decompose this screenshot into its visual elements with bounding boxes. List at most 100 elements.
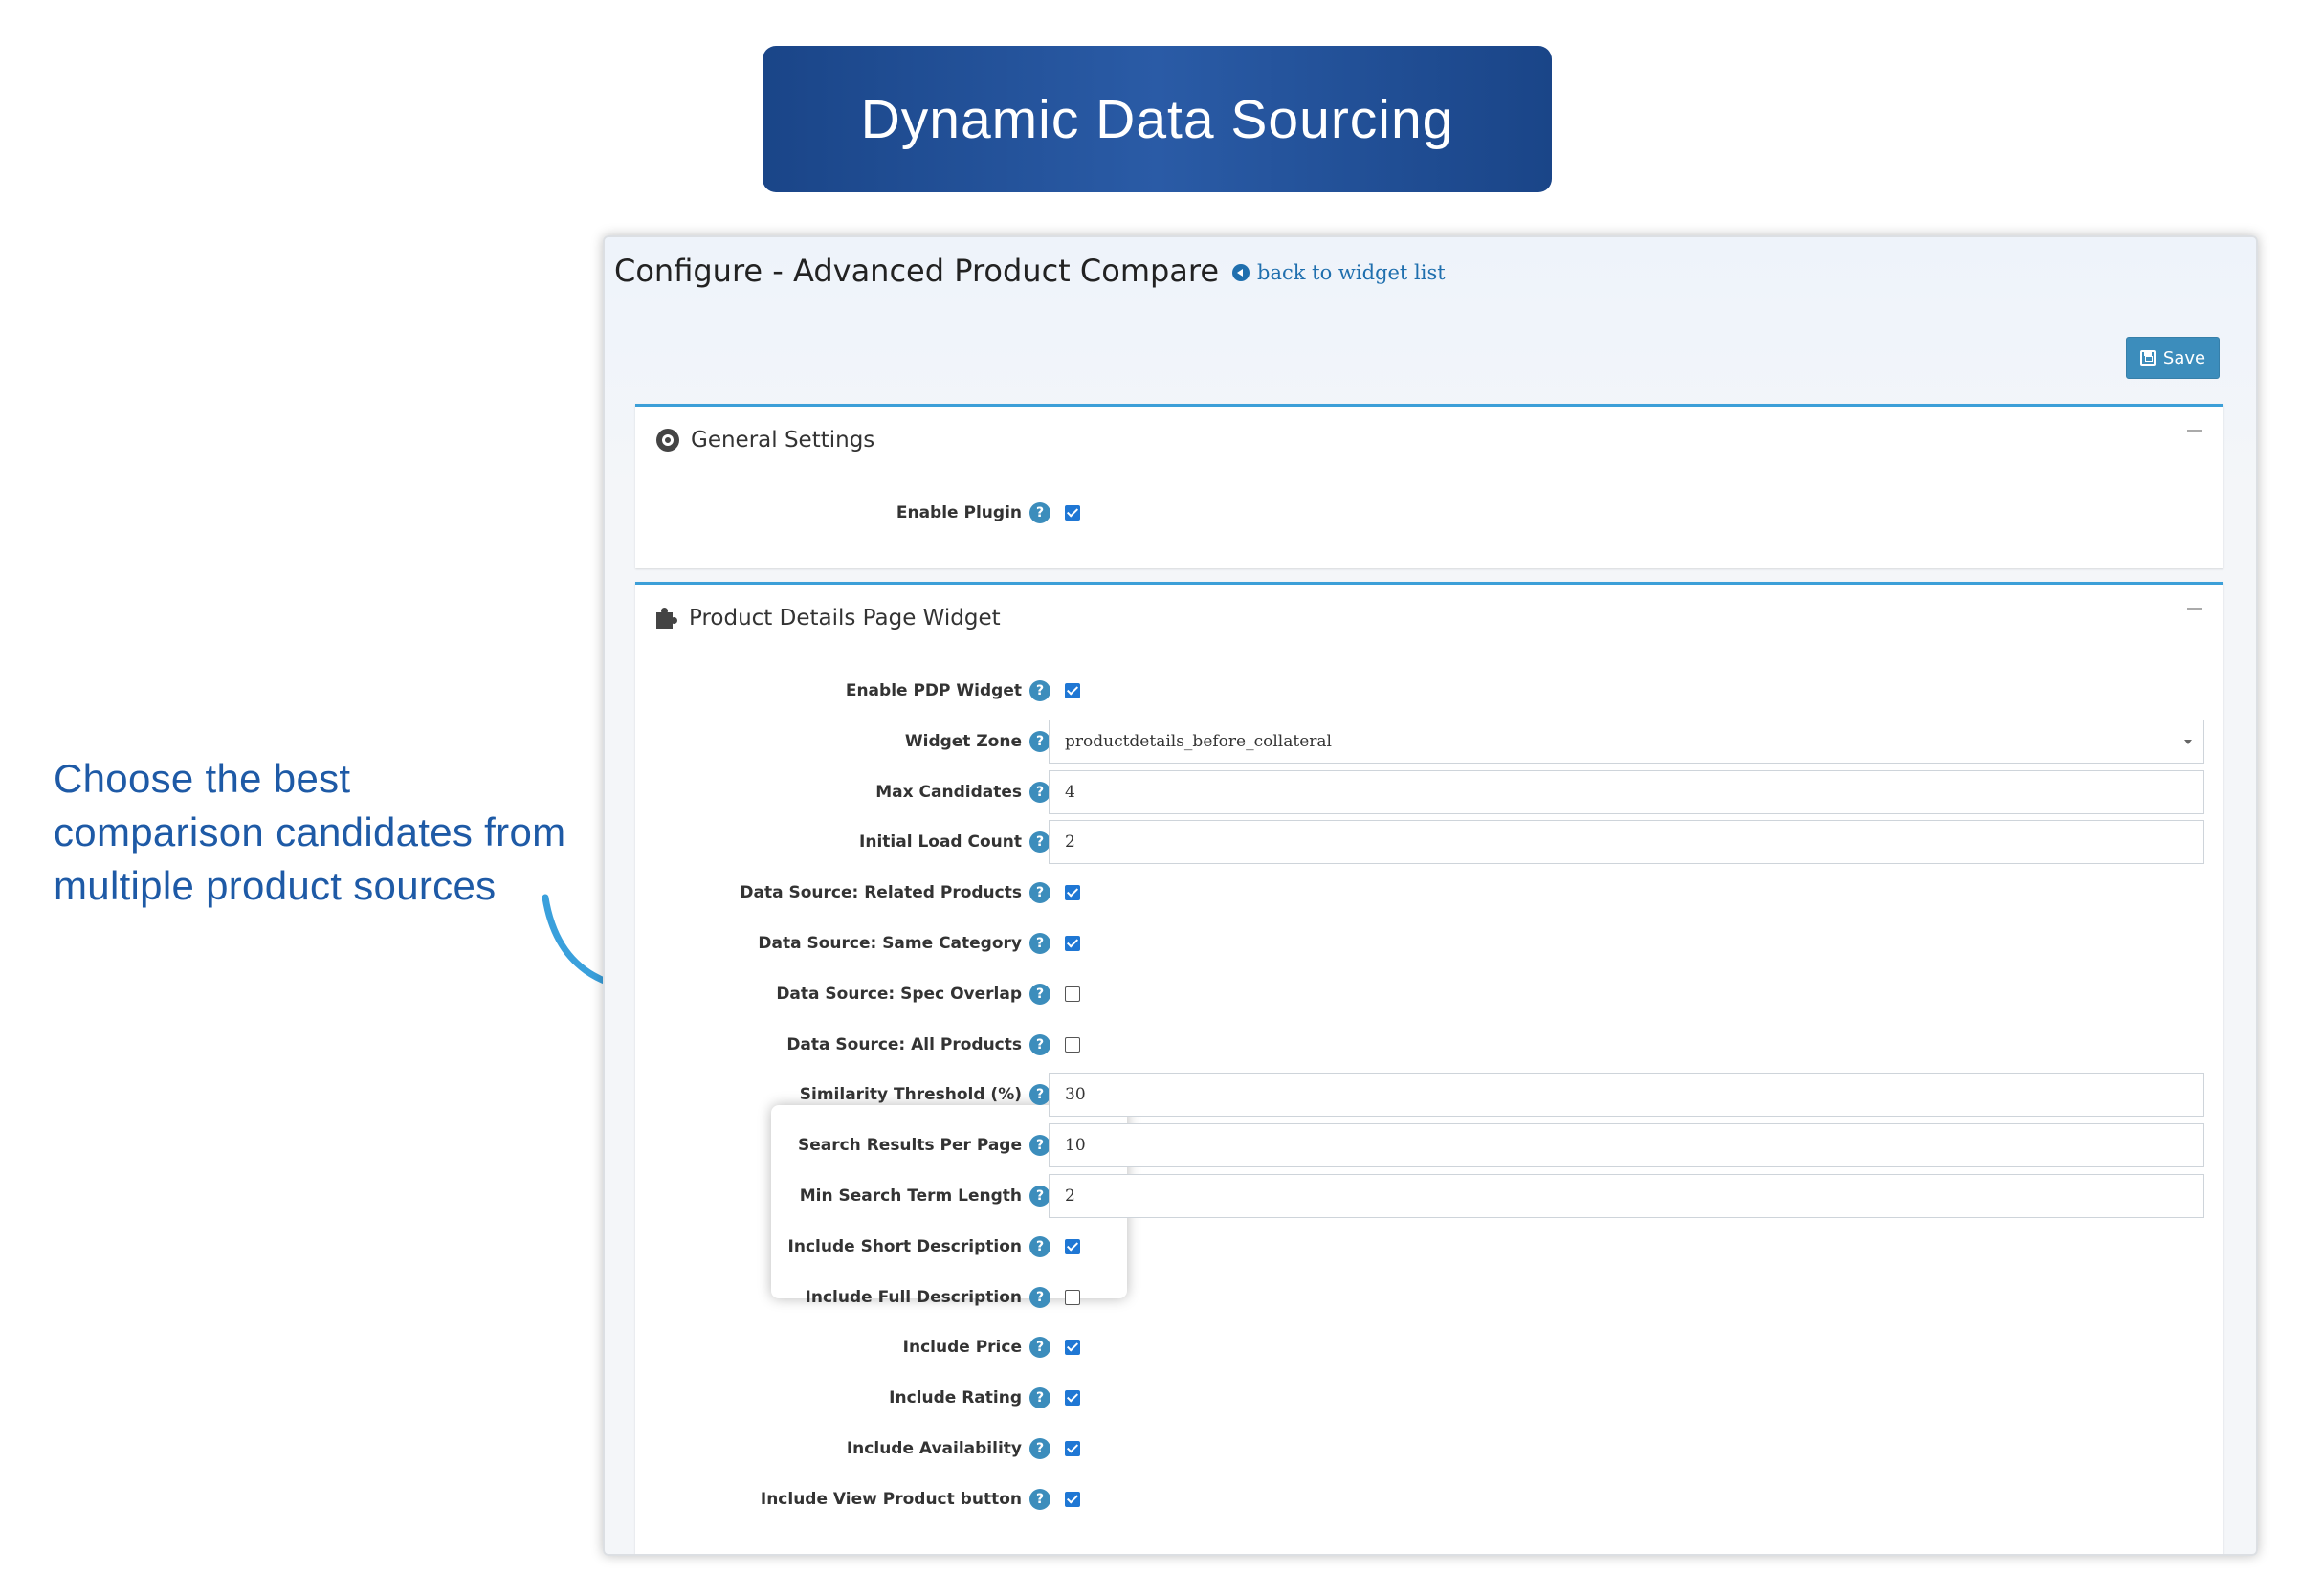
field-value: 30 (1065, 1085, 1086, 1105)
field-row-include-short-description: Include Short Description? (635, 1225, 2223, 1269)
field-label: Include Price (902, 1338, 1022, 1358)
field-label: Similarity Threshold (%) (799, 1085, 1022, 1105)
field-row-data-source-all-products: Data Source: All Products? (635, 1023, 2223, 1067)
general-settings-header[interactable]: General Settings (635, 407, 2223, 474)
general-settings-card: General Settings Enable Plugin? (635, 404, 2223, 568)
field-label: Widget Zone (904, 731, 1022, 751)
help-icon[interactable]: ? (1029, 1033, 1050, 1055)
field-label: Include Rating (889, 1388, 1022, 1408)
field-row-data-source-related-products: Data Source: Related Products? (635, 871, 2223, 915)
field-row-enable-pdp-widget: Enable PDP Widget? (635, 669, 2223, 713)
help-icon[interactable]: ? (1029, 730, 1050, 752)
page-title: Configure - Advanced Product Compare (614, 253, 1220, 289)
max-candidates-input[interactable]: 4 (1049, 769, 2204, 814)
save-button-label: Save (2162, 347, 2206, 368)
similarity-threshold-input[interactable]: 30 (1049, 1073, 2204, 1118)
enable-plugin-checkbox[interactable] (1065, 505, 1080, 521)
banner: Dynamic Data Sourcing (763, 46, 1552, 192)
back-link-label: back to widget list (1257, 261, 1446, 284)
help-icon[interactable]: ? (1029, 1438, 1050, 1459)
help-icon[interactable]: ? (1029, 502, 1050, 523)
field-row-initial-load-count: Initial Load Count? 2 (635, 820, 2223, 865)
field-label: Data Source: Same Category (758, 934, 1022, 953)
field-label: Search Results Per Page (797, 1136, 1022, 1156)
field-label: Min Search Term Length (799, 1186, 1022, 1206)
field-label: Max Candidates (875, 782, 1022, 802)
field-label: Include View Product button (760, 1489, 1022, 1509)
field-row-include-view-product-button: Include View Product button? (635, 1477, 2223, 1521)
help-icon[interactable]: ? (1029, 680, 1050, 701)
field-label: Data Source: All Products (786, 1034, 1022, 1054)
field-row-include-availability: Include Availability? (635, 1427, 2223, 1471)
help-icon[interactable]: ? (1029, 1135, 1050, 1157)
field-value: 2 (1065, 1186, 1075, 1206)
pdp-widget-title: Product Details Page Widget (689, 606, 1001, 631)
back-arrow-icon (1232, 264, 1250, 281)
field-value: 10 (1065, 1136, 1086, 1156)
collapse-icon[interactable] (2187, 430, 2202, 432)
include-view-product-button-checkbox[interactable] (1065, 1491, 1080, 1507)
field-row-enable-plugin: Enable Plugin? (635, 491, 2223, 535)
puzzle-piece-icon (656, 608, 677, 629)
help-icon[interactable]: ? (1029, 1235, 1050, 1257)
annotation-text: Choose the best comparison candidates fr… (54, 752, 608, 913)
include-price-checkbox[interactable] (1065, 1340, 1080, 1356)
field-value: 4 (1065, 782, 1075, 802)
save-button[interactable]: Save (2126, 337, 2220, 379)
help-icon[interactable]: ? (1029, 933, 1050, 954)
min-search-term-length-input[interactable]: 2 (1049, 1174, 2204, 1218)
field-row-max-candidates: Max Candidates? 4 (635, 769, 2223, 814)
field-row-include-rating: Include Rating? (635, 1376, 2223, 1420)
field-row-similarity-threshold: Similarity Threshold (%)? 30 (635, 1073, 2223, 1118)
include-availability-checkbox[interactable] (1065, 1441, 1080, 1456)
help-icon[interactable]: ? (1029, 781, 1050, 803)
field-label: Data Source: Spec Overlap (776, 984, 1022, 1004)
field-value: 2 (1065, 832, 1075, 853)
pdp-widget-header[interactable]: Product Details Page Widget (635, 585, 2223, 652)
help-icon[interactable]: ? (1029, 1337, 1050, 1359)
screenshot-window: Configure - Advanced Product Compare bac… (603, 235, 2258, 1556)
field-label: Initial Load Count (859, 832, 1022, 853)
back-to-widget-list-link[interactable]: back to widget list (1232, 261, 1446, 284)
help-icon[interactable]: ? (1029, 983, 1050, 1005)
field-label: Enable PDP Widget (845, 681, 1022, 700)
help-icon[interactable]: ? (1029, 831, 1050, 853)
include-rating-checkbox[interactable] (1065, 1390, 1080, 1407)
page-header: Configure - Advanced Product Compare bac… (614, 253, 1446, 289)
data-source-all-products-checkbox[interactable] (1065, 1036, 1080, 1053)
field-label: Include Short Description (787, 1236, 1022, 1256)
widget-zone-select[interactable]: productdetails_before_collateral (1049, 719, 2204, 764)
field-row-search-results-per-page: Search Results Per Page? 10 (635, 1123, 2223, 1168)
help-icon[interactable]: ? (1029, 1488, 1050, 1510)
data-source-related-products-checkbox[interactable] (1065, 885, 1080, 901)
collapse-icon[interactable] (2187, 608, 2202, 610)
field-row-data-source-same-category: Data Source: Same Category? (635, 921, 2223, 965)
help-icon[interactable]: ? (1029, 1286, 1050, 1308)
field-row-include-price: Include Price? (635, 1325, 2223, 1369)
floppy-disk-icon (2139, 350, 2156, 366)
help-icon[interactable]: ? (1029, 1186, 1050, 1207)
field-row-min-search-term-length: Min Search Term Length? 2 (635, 1174, 2223, 1218)
field-label: Enable Plugin (896, 503, 1022, 522)
enable-pdp-widget-checkbox[interactable] (1065, 683, 1080, 698)
help-icon[interactable]: ? (1029, 1084, 1050, 1106)
search-results-per-page-input[interactable]: 10 (1049, 1123, 2204, 1168)
include-short-description-checkbox[interactable] (1065, 1238, 1080, 1254)
banner-title: Dynamic Data Sourcing (860, 88, 1454, 150)
field-label: Include Availability (846, 1439, 1022, 1458)
initial-load-count-input[interactable]: 2 (1049, 820, 2204, 865)
field-row-data-source-spec-overlap: Data Source: Spec Overlap? (635, 972, 2223, 1016)
data-source-spec-overlap-checkbox[interactable] (1065, 986, 1080, 1002)
annotation-line: Choose the best (54, 756, 351, 801)
annotation-line: multiple product sources (54, 863, 497, 908)
field-label: Include Full Description (805, 1287, 1022, 1307)
include-full-description-checkbox[interactable] (1065, 1289, 1080, 1305)
help-icon[interactable]: ? (1029, 882, 1050, 904)
field-row-widget-zone: Widget Zone? productdetails_before_collat… (635, 719, 2223, 764)
field-row-include-full-description: Include Full Description? (635, 1275, 2223, 1319)
help-icon[interactable]: ? (1029, 1387, 1050, 1409)
field-value: productdetails_before_collateral (1065, 731, 1332, 751)
field-label: Data Source: Related Products (740, 883, 1022, 903)
data-source-same-category-checkbox[interactable] (1065, 936, 1080, 951)
pdp-widget-card: Product Details Page Widget Enable PDP W… (635, 582, 2223, 1554)
